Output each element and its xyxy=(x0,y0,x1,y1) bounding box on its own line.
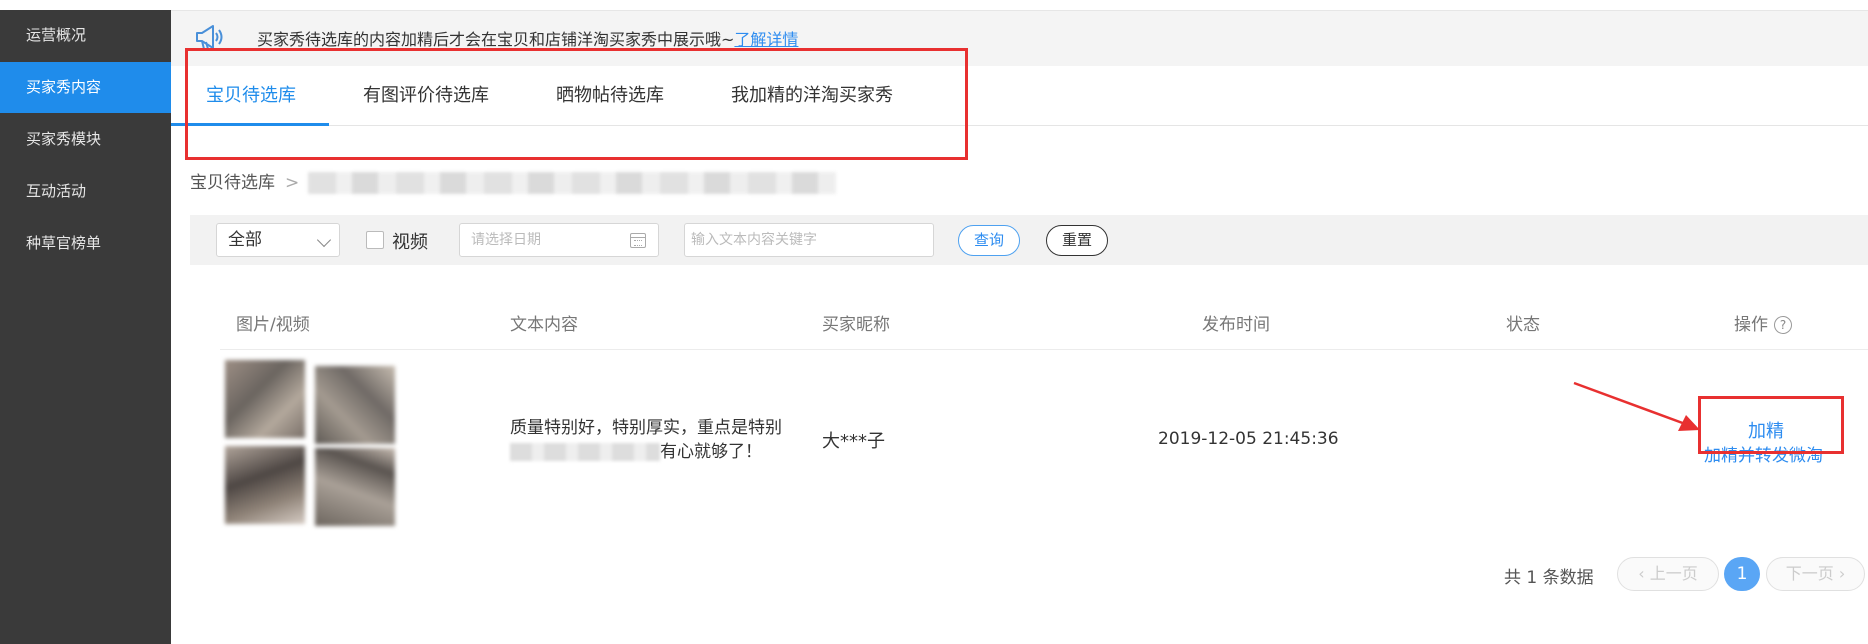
sidebar-item-buyer-show-content[interactable]: 买家秀内容 xyxy=(0,62,171,113)
review-text-line2: 有心就够了！ xyxy=(510,440,805,464)
keyword-search-input[interactable]: 输入文本内容关键字 xyxy=(684,223,934,257)
next-page-button[interactable]: 下一页 › xyxy=(1766,557,1865,591)
query-button[interactable]: 查询 xyxy=(958,225,1020,256)
breadcrumb: 宝贝待选库 > xyxy=(190,168,837,194)
thumbnail-image[interactable] xyxy=(315,448,395,526)
learn-more-link[interactable]: 了解详情 xyxy=(734,30,798,49)
breadcrumb-separator: > xyxy=(285,173,300,193)
thumbnail-image[interactable] xyxy=(315,366,395,444)
notice-text: 买家秀待选库的内容加精后才会在宝贝和店铺洋淘买家秀中展示哦~了解详情 xyxy=(257,26,798,50)
thumbnail-image[interactable] xyxy=(225,360,305,438)
category-select[interactable]: 全部 xyxy=(216,223,340,257)
video-checkbox-label[interactable]: 视频 xyxy=(392,228,428,254)
tab-show-post-pool[interactable]: 晒物帖待选库 xyxy=(556,66,664,126)
video-checkbox[interactable] xyxy=(366,231,384,249)
help-icon[interactable]: ? xyxy=(1774,316,1792,334)
publish-time: 2019-12-05 21:45:36 xyxy=(1158,429,1339,449)
breadcrumb-item-redacted xyxy=(308,172,837,194)
page-number-current[interactable]: 1 xyxy=(1724,557,1760,591)
sidebar-item-buyer-show-module[interactable]: 买家秀模块 xyxy=(0,114,171,165)
sidebar-item-interactive-activity[interactable]: 互动活动 xyxy=(0,166,171,217)
column-header-nickname: 买家昵称 xyxy=(822,315,890,335)
table-row: 质量特别好，特别厚实，重点是特别 有心就够了！ 大***子 2019-12-05… xyxy=(220,350,1868,530)
notice-bar: 买家秀待选库的内容加精后才会在宝贝和店铺洋淘买家秀中展示哦~了解详情 xyxy=(171,10,1868,66)
notice-message: 买家秀待选库的内容加精后才会在宝贝和店铺洋淘买家秀中展示哦~ xyxy=(257,30,735,49)
sidebar-item-ranking[interactable]: 种草官榜单 xyxy=(0,218,171,269)
column-header-time: 发布时间 xyxy=(1202,315,1270,335)
active-tab-indicator xyxy=(171,123,329,126)
review-text: 质量特别好，特别厚实，重点是特别 有心就够了！ xyxy=(510,416,805,464)
buyer-nickname: 大***子 xyxy=(822,431,885,452)
column-header-status: 状态 xyxy=(1506,315,1540,335)
megaphone-icon xyxy=(196,25,223,50)
sidebar: 运营概况 买家秀内容 买家秀模块 互动活动 种草官榜单 xyxy=(0,0,171,644)
tab-item-pool[interactable]: 宝贝待选库 xyxy=(206,66,296,126)
tab-bar: 宝贝待选库 有图评价待选库 晒物帖待选库 我加精的洋淘买家秀 xyxy=(171,66,1868,126)
feature-and-forward-button[interactable]: 加精并转发微淘 xyxy=(1704,441,1823,466)
sidebar-top-strip xyxy=(0,0,171,10)
redacted-text xyxy=(510,443,660,461)
tab-my-featured[interactable]: 我加精的洋淘买家秀 xyxy=(731,66,893,126)
filter-bar: 全部 视频 请选择日期 输入文本内容关键字 查询 重置 xyxy=(190,215,1868,265)
date-picker-input[interactable]: 请选择日期 xyxy=(459,223,659,257)
review-text-line1: 质量特别好，特别厚实，重点是特别 xyxy=(510,418,782,438)
keyword-placeholder: 输入文本内容关键字 xyxy=(691,232,817,248)
reset-button[interactable]: 重置 xyxy=(1046,225,1108,256)
thumbnail-image[interactable] xyxy=(225,446,305,524)
pagination-total: 共 1 条数据 xyxy=(1504,568,1594,588)
tab-photo-review-pool[interactable]: 有图评价待选库 xyxy=(363,66,489,126)
feature-button[interactable]: 加精 xyxy=(1748,417,1784,443)
review-text-tail: 有心就够了！ xyxy=(660,442,762,462)
sidebar-item-overview[interactable]: 运营概况 xyxy=(0,10,171,61)
media-thumbnails xyxy=(225,360,401,528)
chevron-down-icon xyxy=(316,232,332,248)
date-placeholder: 请选择日期 xyxy=(471,232,541,248)
column-header-media: 图片/视频 xyxy=(236,315,310,335)
prev-page-button[interactable]: ‹ 上一页 xyxy=(1617,557,1719,591)
column-header-actions: 操作? xyxy=(1734,310,1792,335)
calendar-icon[interactable] xyxy=(630,233,646,248)
table-header: 图片/视频 文本内容 买家昵称 发布时间 状态 操作? xyxy=(220,290,1868,350)
column-header-text: 文本内容 xyxy=(510,315,578,335)
category-select-value: 全部 xyxy=(228,230,262,250)
actions-header-label: 操作 xyxy=(1734,315,1768,335)
breadcrumb-root[interactable]: 宝贝待选库 xyxy=(190,173,275,193)
